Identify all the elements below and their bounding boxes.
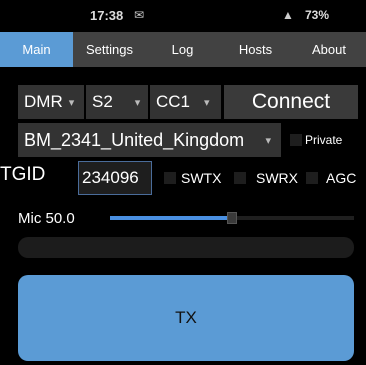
battery-level: 73% (305, 8, 330, 22)
host-select[interactable]: BM_2341_United_Kingdom ▾ (18, 123, 281, 157)
agc-label: AGC (326, 170, 357, 186)
tab-main[interactable]: Main (0, 32, 73, 67)
swtx-label: SWTX (181, 170, 222, 186)
mode-select[interactable]: DMR ▾ (18, 85, 84, 119)
tgid-input[interactable] (78, 161, 152, 195)
private-label: Private (305, 133, 343, 147)
status-time: 17:38 (90, 8, 124, 23)
tab-about[interactable]: About (292, 32, 366, 67)
mic-slider-fill (110, 216, 232, 220)
tab-bar: Main Settings Log Hosts About (0, 32, 366, 67)
chevron-down-icon: ▾ (265, 135, 271, 147)
tab-hosts[interactable]: Hosts (219, 32, 292, 67)
connect-button[interactable]: Connect (224, 85, 358, 119)
swtx-checkbox[interactable] (164, 172, 176, 184)
cc-select[interactable]: CC1 ▾ (150, 85, 221, 119)
cc-select-value: CC1 (156, 92, 191, 111)
tab-settings[interactable]: Settings (73, 32, 146, 67)
swrx-label: SWRX (256, 170, 298, 186)
mic-slider[interactable] (110, 212, 354, 224)
swrx-checkbox[interactable] (234, 172, 246, 184)
slot-select-value: S2 (92, 92, 113, 111)
mic-label: Mic 50.0 (18, 210, 75, 227)
level-meter (18, 237, 354, 258)
mode-select-value: DMR (24, 92, 63, 111)
private-checkbox[interactable] (290, 134, 302, 146)
tab-log[interactable]: Log (146, 32, 219, 67)
mic-slider-thumb[interactable] (227, 212, 237, 224)
main-content: DMR ▾ S2 ▾ CC1 ▾ Connect BM_2341_United_… (0, 67, 366, 365)
message-icon: ✉ (134, 8, 145, 22)
tgid-label: TGID (0, 164, 46, 185)
signal-icon: ▲ (282, 8, 294, 22)
host-select-value: BM_2341_United_Kingdom (24, 129, 245, 150)
status-bar: 17:38 ✉ ▲ 73% (0, 0, 366, 30)
chevron-down-icon: ▾ (134, 96, 141, 109)
slot-select[interactable]: S2 ▾ (86, 85, 148, 119)
chevron-down-icon: ▾ (68, 96, 75, 109)
agc-checkbox[interactable] (306, 172, 318, 184)
tx-button[interactable]: TX (18, 275, 354, 361)
chevron-down-icon: ▾ (204, 96, 210, 109)
